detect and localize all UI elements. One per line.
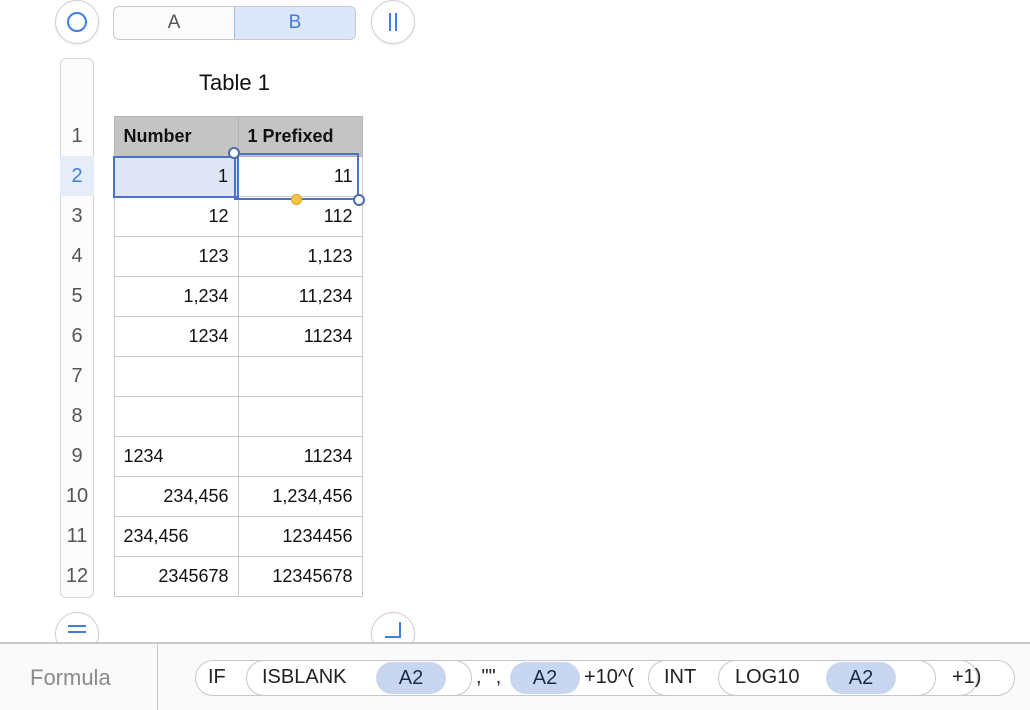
table-cell[interactable]: 123 bbox=[113, 236, 239, 277]
table-cell[interactable]: 2345678 bbox=[113, 556, 239, 597]
table-row: 1,234 11,234 bbox=[113, 276, 363, 317]
table-title[interactable]: Table 1 bbox=[113, 70, 356, 96]
row-header[interactable]: 3 bbox=[60, 196, 94, 236]
row-header[interactable]: 2 bbox=[60, 156, 94, 196]
row-header[interactable]: 7 bbox=[60, 356, 94, 396]
row-header[interactable]: 10 bbox=[60, 476, 94, 516]
table-cell[interactable]: 11 bbox=[237, 156, 363, 197]
circle-select-icon bbox=[67, 12, 87, 32]
table-cell[interactable]: 234,456 bbox=[113, 476, 239, 517]
row-header[interactable]: 5 bbox=[60, 276, 94, 316]
table-cell[interactable]: 1234 bbox=[113, 436, 239, 477]
table-cell[interactable] bbox=[237, 396, 363, 437]
table-row: 12 112 bbox=[113, 196, 363, 237]
row-header[interactable]: 6 bbox=[60, 316, 94, 356]
table-cell[interactable]: 12345678 bbox=[237, 556, 363, 597]
formula-reference[interactable]: A2 bbox=[376, 662, 446, 694]
table-row: 234,456 1234456 bbox=[113, 516, 363, 557]
table-cell[interactable]: 1234 bbox=[113, 316, 239, 357]
table-row: 1 11 bbox=[113, 155, 363, 198]
table-cell[interactable]: 1 bbox=[113, 155, 239, 198]
add-column-icon bbox=[385, 622, 401, 638]
table-cell[interactable]: 1,234 bbox=[113, 276, 239, 317]
formula-function-isblank: ISBLANK bbox=[262, 666, 347, 688]
table-cell[interactable]: 1,234,456 bbox=[237, 476, 363, 517]
formula-reference[interactable]: A2 bbox=[826, 662, 896, 694]
table-cell[interactable]: 11234 bbox=[237, 316, 363, 357]
formula-function-if: IF bbox=[208, 666, 226, 688]
table-cell[interactable]: 12 bbox=[113, 196, 239, 237]
table-select-button[interactable] bbox=[55, 0, 99, 44]
column-headers: A B bbox=[113, 6, 356, 40]
table-cell[interactable] bbox=[113, 356, 239, 397]
formula-label: Formula bbox=[30, 665, 111, 690]
selection-handle-top-left[interactable] bbox=[228, 147, 240, 159]
row-header[interactable]: 1 bbox=[60, 116, 94, 156]
formula-reference[interactable]: A2 bbox=[510, 662, 580, 694]
formula-text: +1) bbox=[952, 666, 982, 688]
table-cell[interactable]: 11,234 bbox=[237, 276, 363, 317]
formula-function-log10: LOG10 bbox=[735, 666, 800, 688]
table-row: 1234 11234 bbox=[113, 436, 363, 477]
header-cell-number[interactable]: Number bbox=[113, 116, 239, 157]
selection-handle-bottom-right[interactable] bbox=[353, 194, 365, 206]
formula-divider bbox=[157, 644, 158, 710]
formula-text: ,"", bbox=[476, 666, 502, 688]
table-cell[interactable]: 1,123 bbox=[237, 236, 363, 277]
header-cell-prefixed[interactable]: 1 Prefixed bbox=[237, 116, 363, 157]
table-row: 2345678 12345678 bbox=[113, 556, 363, 597]
formula-function-int: INT bbox=[664, 666, 697, 688]
table-cell[interactable] bbox=[237, 356, 363, 397]
table-row bbox=[113, 356, 363, 397]
row-header[interactable]: 12 bbox=[60, 556, 94, 596]
table-row: 1234 11234 bbox=[113, 316, 363, 357]
table-row bbox=[113, 396, 363, 437]
row-header[interactable]: 9 bbox=[60, 436, 94, 476]
table-cell[interactable]: 1234456 bbox=[237, 516, 363, 557]
row-header[interactable]: 8 bbox=[60, 396, 94, 436]
table-cell[interactable]: 11234 bbox=[237, 436, 363, 477]
row-header[interactable]: 4 bbox=[60, 236, 94, 276]
table-cell[interactable]: 234,456 bbox=[113, 516, 239, 557]
row-header[interactable]: 11 bbox=[60, 516, 94, 556]
table-cell[interactable] bbox=[113, 396, 239, 437]
column-header-a[interactable]: A bbox=[114, 7, 234, 39]
freeze-columns-button[interactable] bbox=[371, 0, 415, 44]
freeze-columns-icon bbox=[389, 13, 397, 31]
spreadsheet-table: Number 1 Prefixed 1 11 12 112 123 1,123 … bbox=[113, 116, 363, 597]
table-row: 234,456 1,234,456 bbox=[113, 476, 363, 517]
column-header-b[interactable]: B bbox=[234, 7, 355, 39]
formula-text: +10^( bbox=[584, 666, 634, 688]
autofill-handle[interactable] bbox=[291, 194, 302, 205]
table-row: 123 1,123 bbox=[113, 236, 363, 277]
add-row-icon bbox=[68, 625, 86, 633]
